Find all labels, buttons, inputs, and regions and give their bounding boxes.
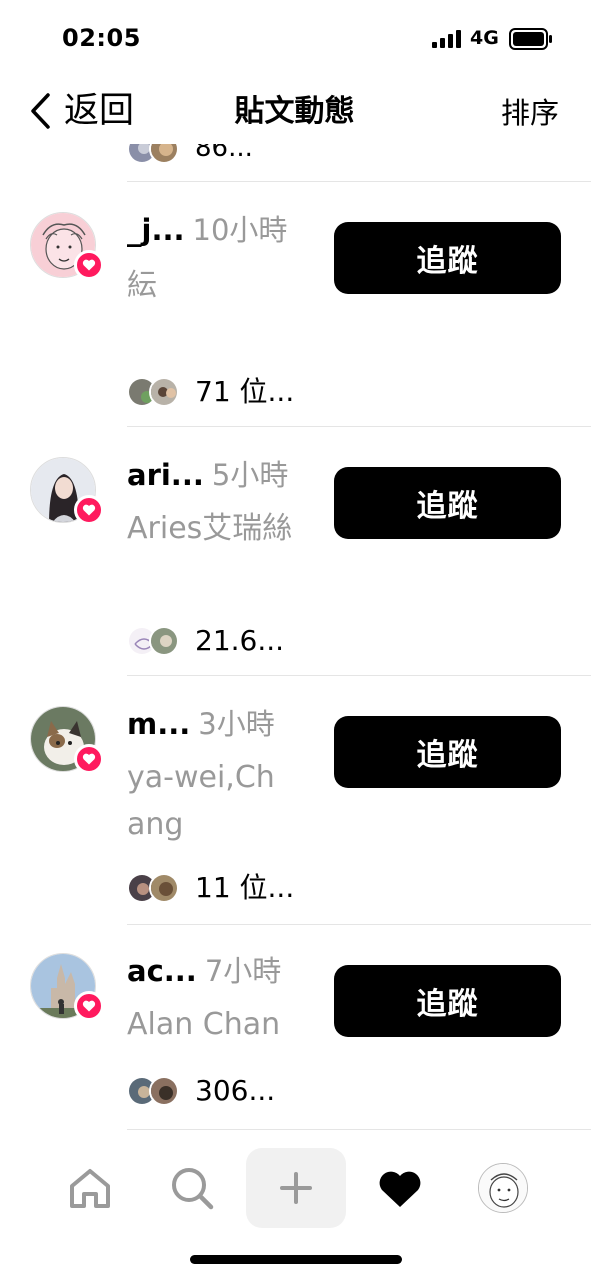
liker-avatar <box>149 873 179 903</box>
avatar[interactable] <box>30 953 104 1021</box>
post-time: 5小時 <box>211 458 289 492</box>
heart-icon <box>82 1000 96 1012</box>
user-line: ari... 5小時 <box>127 457 288 493</box>
likers: 306... <box>127 1075 275 1107</box>
post-time: 3小時 <box>198 707 275 741</box>
list-item[interactable]: ari... 5小時 Aries艾瑞絲 追蹤 21.6... <box>0 427 591 675</box>
username[interactable]: _j... <box>127 213 185 247</box>
follow-button[interactable]: 追蹤 <box>334 222 561 294</box>
heart-badge <box>74 495 104 525</box>
tab-profile[interactable] <box>453 1148 553 1228</box>
heart-badge <box>74 991 104 1021</box>
heart-badge <box>74 744 104 774</box>
signal-icon <box>432 30 461 48</box>
display-name: Aries艾瑞絲 <box>127 511 293 546</box>
likers: 71 位... <box>127 376 294 408</box>
profile-avatar <box>478 1163 528 1213</box>
display-name: 紜 <box>127 268 157 303</box>
liker-avatar <box>149 377 179 407</box>
tab-activity[interactable] <box>350 1148 450 1228</box>
partial-list-item: 86... <box>0 144 591 182</box>
avatar[interactable] <box>30 457 104 525</box>
liker-avatars <box>127 1076 183 1106</box>
status-time: 02:05 <box>62 24 141 52</box>
heart-icon <box>82 753 96 765</box>
user-line: ac... 7小時 <box>127 953 281 989</box>
tab-create[interactable] <box>246 1148 346 1228</box>
likers: 21.6... <box>127 625 284 657</box>
likes-count[interactable]: 21.6... <box>195 625 284 657</box>
nav-bar: 返回 貼文動態 排序 <box>0 80 591 144</box>
sort-button[interactable]: 排序 <box>501 96 559 130</box>
liker-avatar <box>149 626 179 656</box>
search-icon <box>172 1168 214 1210</box>
liker-avatars <box>127 144 183 164</box>
follow-button[interactable]: 追蹤 <box>334 716 561 788</box>
display-name: ya-wei,Chang <box>127 760 275 842</box>
liker-avatar <box>149 1076 179 1106</box>
heart-icon <box>82 504 96 516</box>
battery-icon <box>509 28 552 50</box>
liker-avatars <box>127 377 183 407</box>
activity-list[interactable]: 86... _j... 10小時 紜 追蹤 71 位... ari... 5小時… <box>0 144 591 1130</box>
display-name: Alan Chan <box>127 1007 281 1042</box>
liker-avatars <box>127 873 183 903</box>
follow-button[interactable]: 追蹤 <box>334 965 561 1037</box>
likers: 11 位... <box>127 872 294 904</box>
follow-button[interactable]: 追蹤 <box>334 467 561 539</box>
list-item[interactable]: _j... 10小時 紜 追蹤 71 位... <box>0 182 591 426</box>
likes-count[interactable]: 71 位... <box>195 376 294 408</box>
liker-avatars <box>127 626 183 656</box>
avatar[interactable] <box>30 212 104 280</box>
user-line: _j... 10小時 <box>127 212 287 248</box>
username[interactable]: ac... <box>127 954 197 988</box>
heart-badge <box>74 250 104 280</box>
likes-count: 86... <box>195 144 253 163</box>
heart-icon <box>379 1171 421 1207</box>
tab-bar <box>0 1130 591 1280</box>
list-item[interactable]: m... 3小時 ya-wei,Chang 追蹤 11 位... <box>0 676 591 924</box>
home-icon <box>70 1169 110 1208</box>
username[interactable]: ari... <box>127 458 204 492</box>
likes-count[interactable]: 11 位... <box>195 872 294 904</box>
status-bar: 02:05 4G <box>0 0 591 80</box>
tab-home[interactable] <box>40 1148 140 1228</box>
post-time: 10小時 <box>192 213 288 247</box>
liker-avatar <box>149 144 179 164</box>
plus-icon <box>280 1172 312 1204</box>
heart-icon <box>82 259 96 271</box>
user-line: m... 3小時 <box>127 706 275 742</box>
avatar[interactable] <box>30 706 104 774</box>
tab-search[interactable] <box>142 1148 242 1228</box>
post-time: 7小時 <box>204 954 282 988</box>
username[interactable]: m... <box>127 707 190 741</box>
likes-count[interactable]: 306... <box>195 1075 275 1107</box>
list-item[interactable]: ac... 7小時 Alan Chan 追蹤 306... <box>0 925 591 1129</box>
home-indicator <box>190 1255 402 1264</box>
network-label: 4G <box>470 27 499 49</box>
